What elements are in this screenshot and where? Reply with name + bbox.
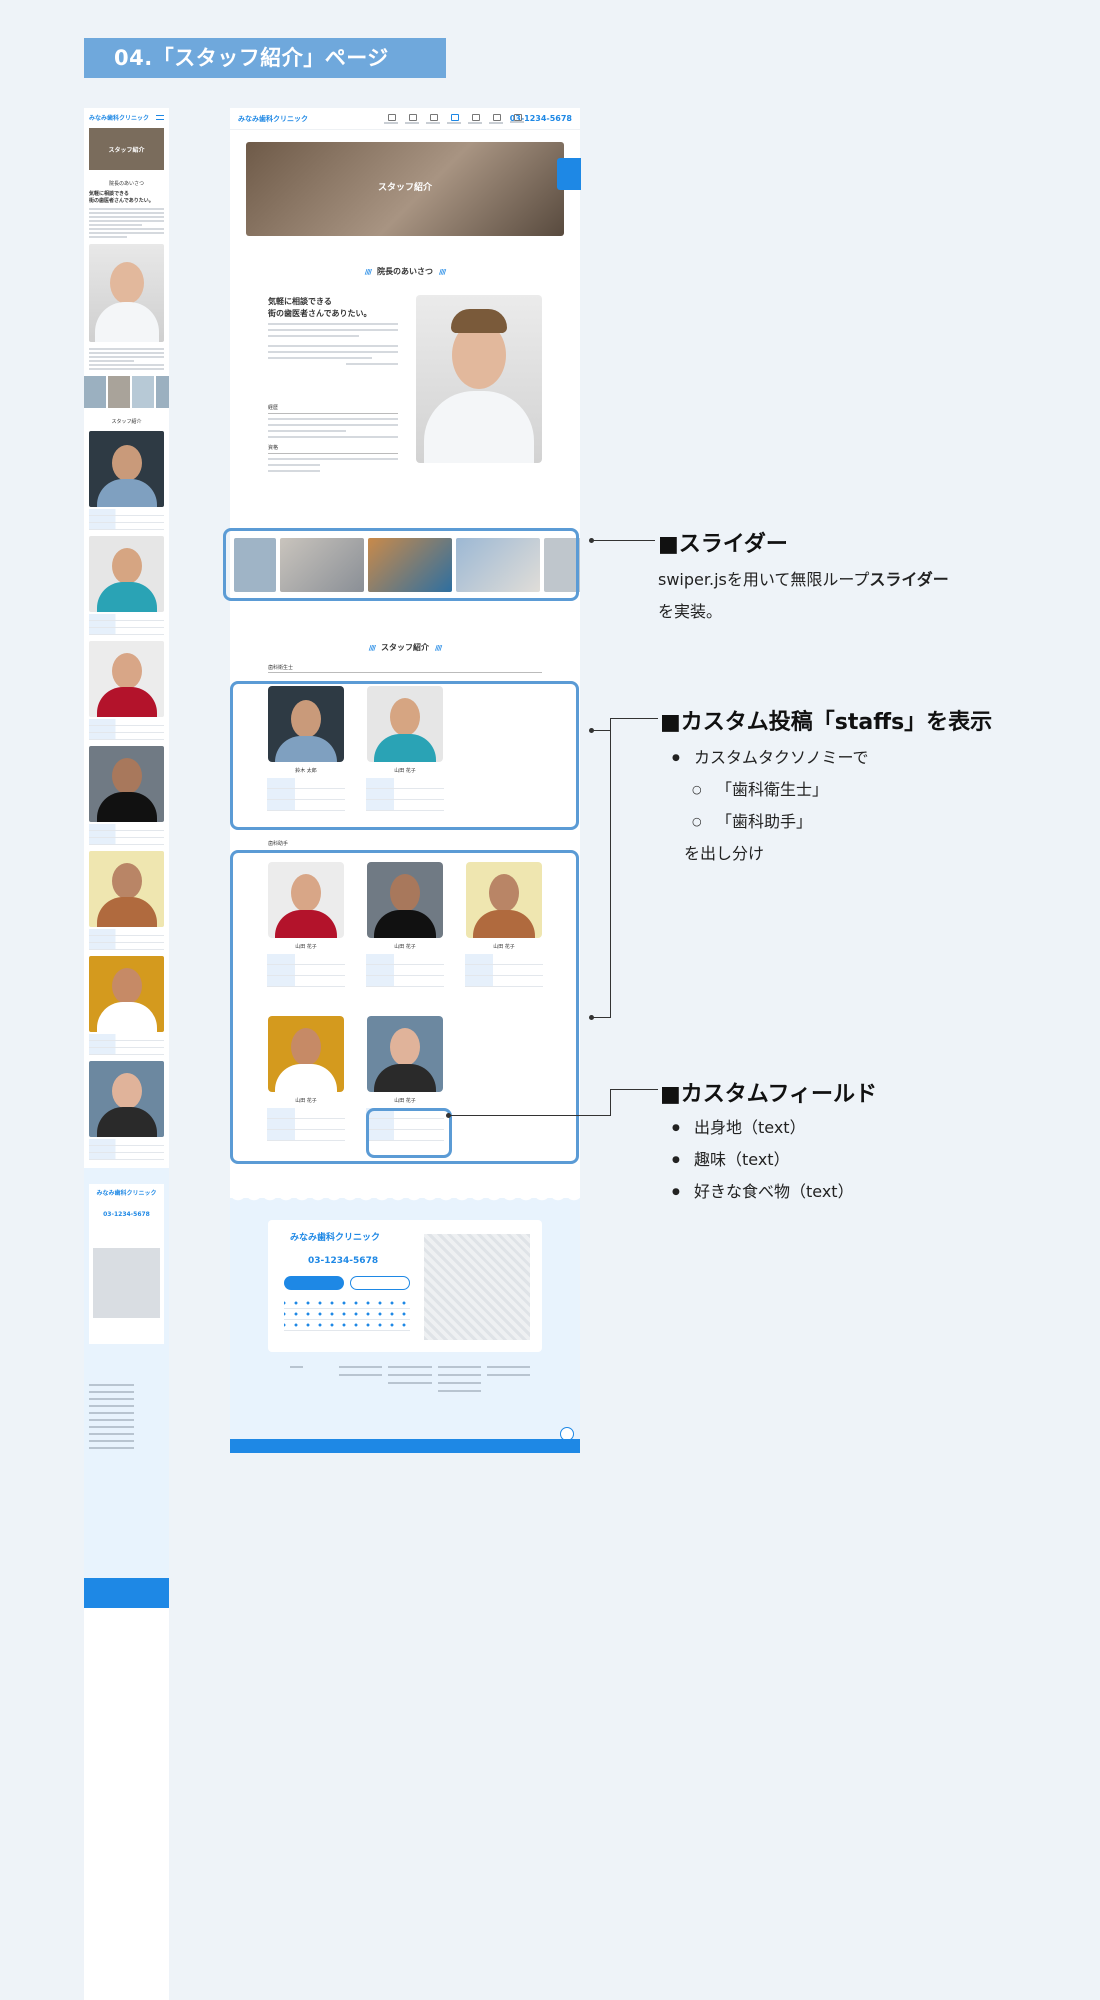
custom-post-line-2	[591, 1017, 611, 1018]
contact-button[interactable]	[350, 1276, 410, 1290]
category-hygienist-label: 歯科衛生士	[268, 665, 294, 671]
qualification-label: 資格	[268, 445, 279, 451]
mobile-staff-photo	[89, 746, 164, 822]
mobile-staff-photo	[89, 431, 164, 507]
custom-post-annotation-title: ■カスタム投稿「staffs」を表示	[660, 710, 993, 735]
mobile-staff-photo	[89, 641, 164, 717]
mobile-staff-photo	[89, 851, 164, 927]
hygienist-highlight	[230, 681, 579, 830]
footer-phone[interactable]: 03-1234-5678	[308, 1256, 378, 1266]
greeting-text: 気軽に相談できる 街の歯医者さんでありたい。	[268, 296, 398, 366]
custom-post-item: カスタムタクソノミーで	[672, 742, 1012, 774]
custom-post-tail: を出し分け	[684, 844, 765, 863]
slider-annotation-title: ■スライダー	[658, 532, 788, 557]
custom-field-annotation-title: ■カスタムフィールド	[660, 1082, 878, 1107]
mobile-staff-table	[89, 1034, 164, 1055]
greeting-headline-1: 気軽に相談できる	[268, 297, 332, 306]
custom-field-item: 趣味（text）	[672, 1144, 1012, 1176]
custom-post-line-h	[610, 718, 658, 719]
mobile-staff-table	[89, 719, 164, 740]
category-assistant-label: 歯科助手	[268, 841, 289, 847]
hamburger-icon[interactable]	[156, 114, 164, 120]
mobile-greeting-title: 院長のあいさつ	[108, 181, 144, 187]
mobile-career	[89, 348, 164, 370]
desktop-header: みなみ歯科クリニック 03-1234-5678	[230, 108, 580, 130]
desktop-hero: スタッフ紹介	[246, 142, 564, 236]
footer-map[interactable]	[424, 1234, 530, 1340]
slider-annotation-text: swiper.jsを用いて無限ループスライダー を実装。	[658, 570, 949, 621]
custom-post-subitem: 「歯科衛生士」	[672, 774, 1012, 806]
custom-field-line-1	[448, 1115, 610, 1116]
nav-clinic-icon[interactable]	[404, 113, 419, 124]
mobile-staff-table	[89, 929, 164, 950]
mobile-footer: みなみ歯科クリニック 03-1234-5678	[84, 1178, 169, 1378]
page-heading: 04.「スタッフ紹介」ページ	[84, 38, 446, 78]
mobile-staff-table	[89, 1139, 164, 1160]
mobile-preview: みなみ歯科クリニック スタッフ紹介 院長のあいさつ 気軽に相談できる 街の歯医者…	[84, 108, 169, 2000]
custom-field-item: 出身地（text）	[672, 1112, 1012, 1144]
web-reservation-button[interactable]	[284, 1276, 344, 1290]
mobile-staff-table	[89, 824, 164, 845]
header-phone[interactable]: 03-1234-5678	[509, 114, 572, 123]
mobile-footer-wave	[84, 1168, 169, 1178]
mobile-staff-title: スタッフ紹介	[111, 419, 142, 425]
custom-post-annotation-list: カスタムタクソノミーで 「歯科衛生士」 「歯科助手」 を出し分け	[672, 742, 1012, 870]
mobile-header: みなみ歯科クリニック	[84, 108, 169, 126]
mobile-staff-photo	[89, 536, 164, 612]
nav-blog-icon[interactable]	[467, 113, 482, 124]
desktop-logo[interactable]: みなみ歯科クリニック	[238, 114, 308, 124]
mobile-logo: みなみ歯科クリニック	[89, 114, 150, 122]
side-reservation-button[interactable]	[557, 158, 581, 190]
custom-field-line-h	[610, 1089, 658, 1090]
mobile-slider[interactable]	[84, 376, 169, 408]
greeting-headline-2: 街の歯医者さんでありたい。	[268, 308, 372, 318]
mobile-greeting-headline: 気軽に相談できる 街の歯医者さんでありたい。	[89, 191, 154, 204]
footer-card: みなみ歯科クリニック 03-1234-5678	[268, 1220, 542, 1352]
custom-field-line-v	[610, 1089, 611, 1116]
mobile-staff-table	[89, 509, 164, 530]
mobile-footer-links	[84, 1378, 169, 1578]
custom-post-subitem: 「歯科助手」	[672, 806, 1012, 838]
copyright-bar	[230, 1439, 580, 1453]
nav-treatment-icon[interactable]	[425, 113, 440, 124]
nav-contact-icon[interactable]	[488, 113, 503, 124]
custom-post-line-v	[610, 718, 611, 1018]
desktop-footer: みなみ歯科クリニック 03-1234-5678	[230, 1192, 580, 1453]
mobile-footer-logo: みなみ歯科クリニック	[96, 1190, 157, 1197]
career-label: 経歴	[268, 405, 279, 411]
custom-field-annotation-list: 出身地（text） 趣味（text） 好きな食べ物（text）	[672, 1112, 1012, 1208]
hero-title: スタッフ紹介	[377, 183, 432, 193]
greeting-title: 院長のあいさつ	[230, 266, 580, 277]
mobile-staff-table	[89, 614, 164, 635]
custom-field-highlight	[366, 1108, 452, 1158]
slider-highlight	[223, 528, 579, 601]
career-section: 経歴 資格	[268, 398, 398, 472]
mobile-staff-photo	[89, 1061, 164, 1137]
footer-logo[interactable]: みなみ歯科クリニック	[290, 1230, 380, 1243]
custom-post-line-1	[591, 730, 611, 731]
desktop-nav: 03-1234-5678	[383, 113, 572, 124]
staff-section-title: スタッフ紹介	[230, 642, 580, 653]
custom-field-item: 好きな食べ物（text）	[672, 1176, 1012, 1208]
mobile-doctor-photo	[89, 244, 164, 342]
mobile-greeting-body	[89, 208, 164, 238]
nav-home-icon[interactable]	[383, 113, 398, 124]
doctor-photo	[416, 295, 542, 463]
mobile-staff-photo	[89, 956, 164, 1032]
hours-table	[284, 1298, 410, 1331]
footer-links	[290, 1366, 530, 1392]
mobile-footer-card: みなみ歯科クリニック 03-1234-5678	[89, 1184, 164, 1344]
mobile-copyright-bar	[84, 1578, 169, 1608]
mobile-footer-phone[interactable]: 03-1234-5678	[93, 1211, 160, 1218]
mobile-footer-map[interactable]	[93, 1248, 160, 1318]
mobile-hero: スタッフ紹介	[89, 128, 164, 170]
slider-connector-line	[591, 540, 655, 541]
nav-staff-icon[interactable]	[446, 113, 461, 124]
